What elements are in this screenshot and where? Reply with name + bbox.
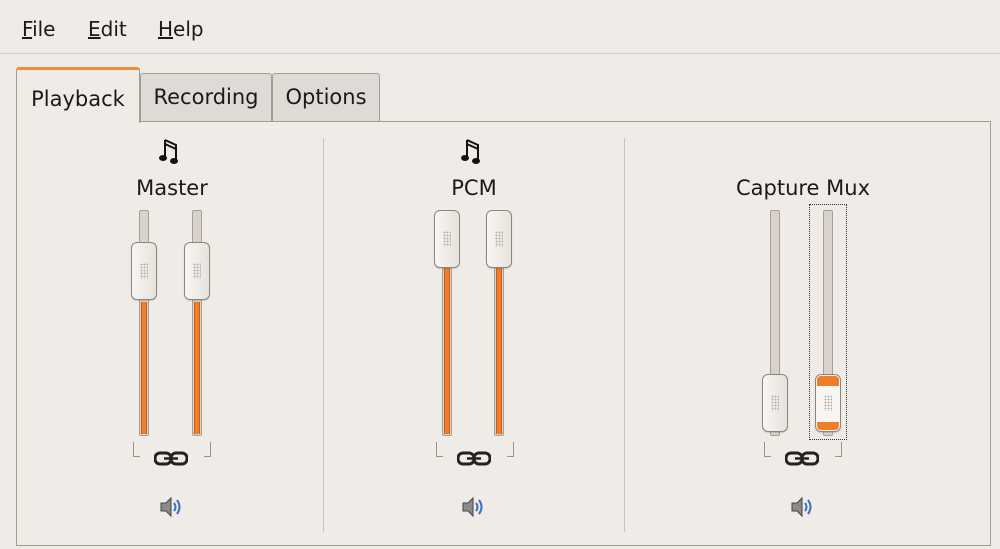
music-note-icon [461,139,480,164]
grip-icon [824,395,832,411]
channel-separator [323,138,324,532]
chain-link-icon[interactable] [154,450,188,468]
grip-icon [771,395,779,411]
pcm-right-slider-thumb[interactable] [486,210,512,268]
master-right-level-fill [194,302,200,434]
menu-help[interactable]: Help [158,16,204,42]
grip-icon [193,263,201,279]
lock-bracket-right [507,442,514,457]
pcm-left-level-fill [444,254,450,434]
capture-mux-right-slider-thumb[interactable] [815,374,841,432]
channel-label-master: Master [136,176,208,200]
master-left-level-fill [141,302,147,434]
master-right-slider-thumb[interactable] [184,242,210,300]
speaker-icon[interactable] [789,495,815,519]
speaker-icon[interactable] [158,495,184,519]
pcm-right-level-fill [496,254,502,434]
tab-options[interactable]: Options [272,73,380,121]
pcm-left-slider-thumb[interactable] [434,210,460,268]
playback-panel: Master PCM Capture Mux [16,121,991,546]
grip-icon [140,263,148,279]
menu-file[interactable]: File [22,16,55,42]
channel-label-capture-mux: Capture Mux [735,176,871,200]
chain-link-icon[interactable] [785,450,819,468]
chain-link-icon[interactable] [457,450,491,468]
lock-bracket-left [436,442,443,457]
music-note-icon [159,139,178,164]
tab-recording[interactable]: Recording [140,73,272,121]
lock-bracket-left [764,442,771,457]
menubar: File Edit Help [0,0,1000,54]
channel-separator [624,138,625,532]
grip-icon [495,231,503,247]
menu-edit[interactable]: Edit [88,16,127,42]
lock-bracket-right [204,442,211,457]
speaker-icon[interactable] [460,495,486,519]
lock-bracket-left [133,442,140,457]
grip-icon [443,231,451,247]
channel-label-pcm: PCM [451,176,497,200]
tab-playback[interactable]: Playback [16,67,140,123]
master-left-slider-thumb[interactable] [131,242,157,300]
capture-mux-left-slider-thumb[interactable] [762,374,788,432]
lock-bracket-right [835,442,842,457]
